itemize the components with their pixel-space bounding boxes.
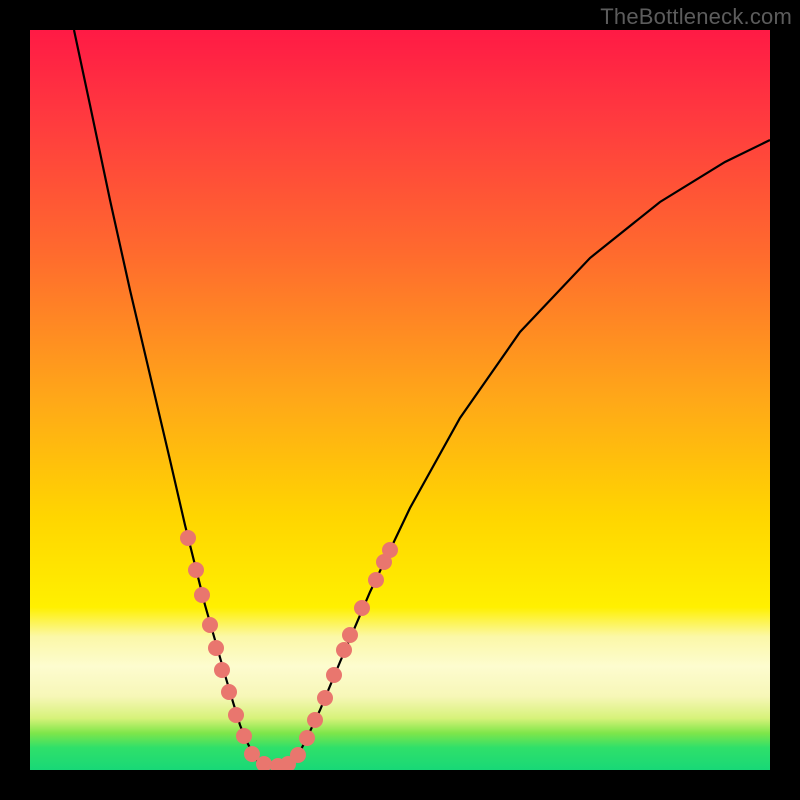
- scatter-dot: [368, 572, 384, 588]
- scatter-dot: [208, 640, 224, 656]
- scatter-dot: [236, 728, 252, 744]
- bottleneck-curve: [74, 30, 770, 766]
- chart-svg: [30, 30, 770, 770]
- scatter-dot: [299, 730, 315, 746]
- watermark-text: TheBottleneck.com: [600, 4, 792, 30]
- scatter-dot: [336, 642, 352, 658]
- scatter-dot: [290, 747, 306, 763]
- scatter-dot: [317, 690, 333, 706]
- scatter-dot: [214, 662, 230, 678]
- scatter-dot: [202, 617, 218, 633]
- scatter-dot: [221, 684, 237, 700]
- scatter-dots: [180, 530, 398, 770]
- scatter-dot: [228, 707, 244, 723]
- scatter-dot: [307, 712, 323, 728]
- scatter-dot: [194, 587, 210, 603]
- scatter-dot: [342, 627, 358, 643]
- chart-plot-area: [30, 30, 770, 770]
- chart-frame: TheBottleneck.com: [0, 0, 800, 800]
- scatter-dot: [354, 600, 370, 616]
- scatter-dot: [382, 542, 398, 558]
- scatter-dot: [188, 562, 204, 578]
- scatter-dot: [180, 530, 196, 546]
- scatter-dot: [326, 667, 342, 683]
